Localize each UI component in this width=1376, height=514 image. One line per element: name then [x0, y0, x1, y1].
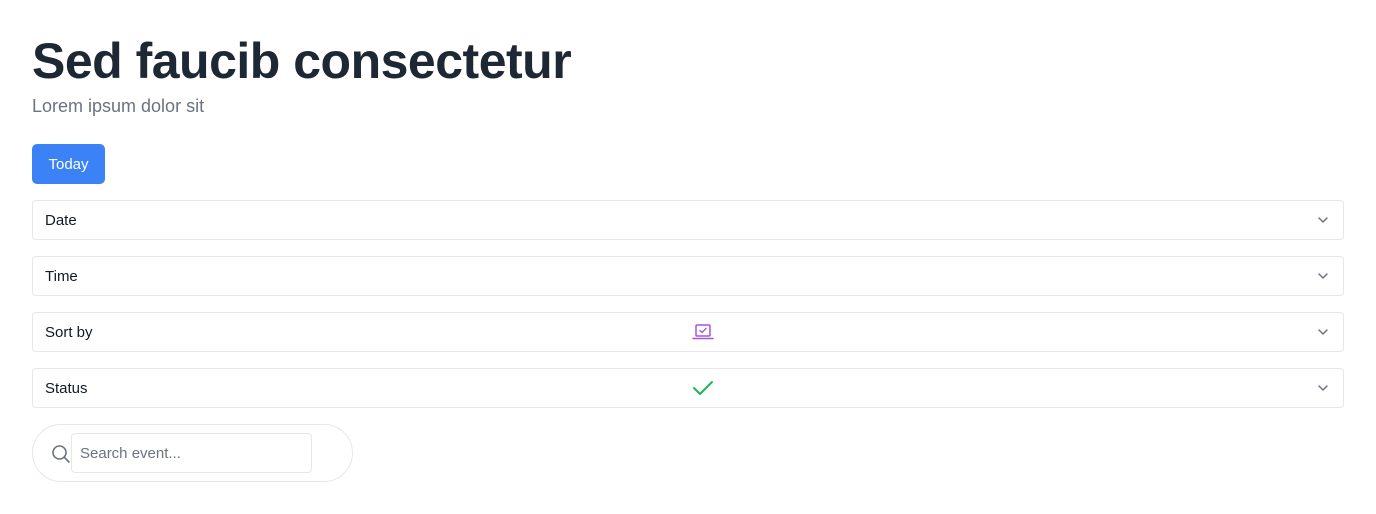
time-select-label: Time: [45, 267, 78, 285]
date-select[interactable]: Date: [32, 200, 1344, 240]
laptop-check-icon: [691, 321, 715, 343]
sort-by-select[interactable]: Sort by: [32, 312, 1344, 352]
status-select[interactable]: Status: [32, 368, 1344, 408]
search-bar: [32, 424, 353, 482]
page-title: Sed faucib consectetur: [32, 33, 572, 89]
page-subtitle: Lorem ipsum dolor sit: [32, 96, 205, 116]
chevron-down-icon: [1318, 217, 1328, 223]
search-input[interactable]: [71, 433, 312, 473]
chevron-down-icon: [1318, 329, 1328, 335]
chevron-down-icon: [1318, 385, 1328, 391]
check-icon: [691, 377, 715, 399]
status-select-label: Status: [45, 379, 88, 397]
time-select[interactable]: Time: [32, 256, 1344, 296]
today-button[interactable]: Today: [32, 144, 105, 184]
chevron-down-icon: [1318, 273, 1328, 279]
date-select-label: Date: [45, 211, 77, 229]
sort-by-select-label: Sort by: [45, 323, 93, 341]
search-icon: [52, 445, 70, 463]
